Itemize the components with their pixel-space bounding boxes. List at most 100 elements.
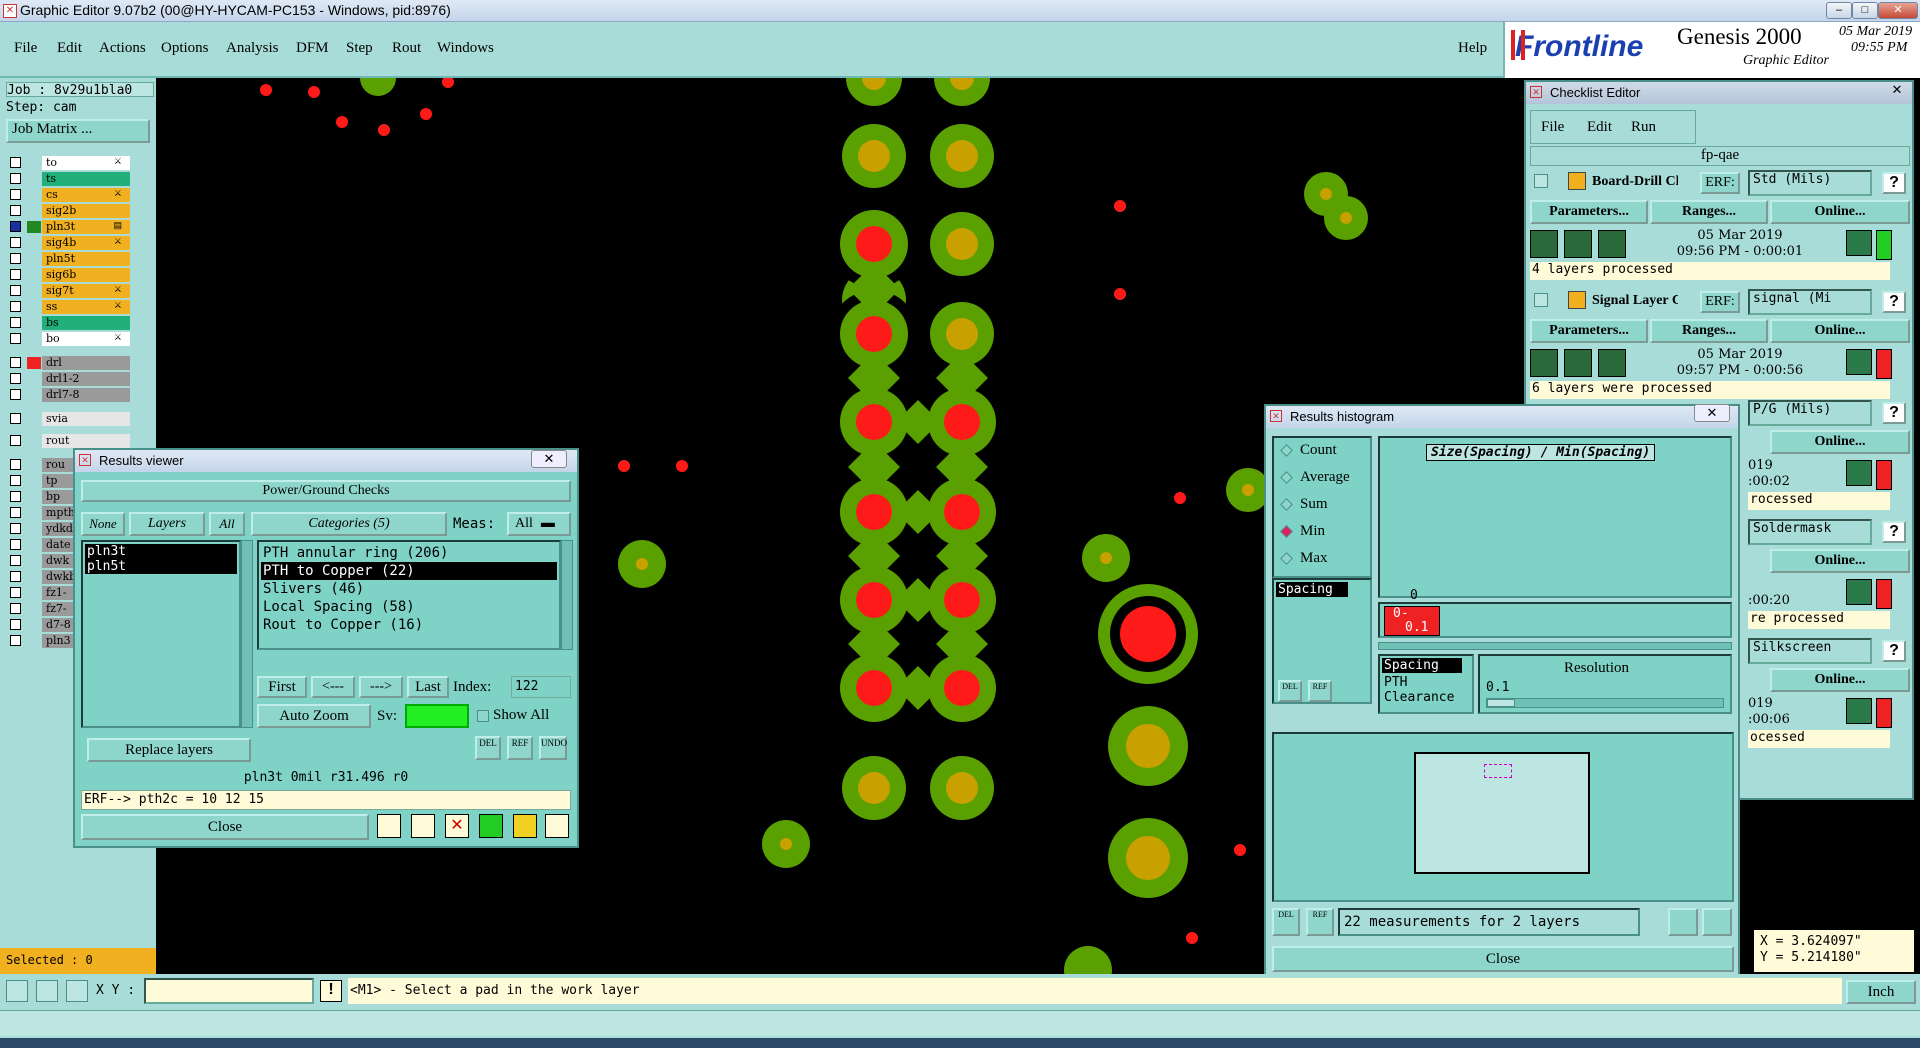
resolution-slider-thumb[interactable]	[1487, 699, 1515, 707]
layer-color-swatch[interactable]	[27, 435, 41, 447]
resolution-slider[interactable]	[1486, 698, 1724, 708]
results-zoom-icon[interactable]	[1846, 460, 1872, 486]
info-icon[interactable]: !	[320, 980, 342, 1002]
layer-row-sig6b[interactable]: sig6b	[8, 268, 130, 282]
radio-icon[interactable]	[1280, 444, 1293, 457]
menu-file[interactable]: File	[14, 40, 37, 57]
zoom-fit-icon[interactable]	[1668, 908, 1698, 936]
results-zoom-icon[interactable]	[1846, 230, 1872, 256]
layer-color-swatch[interactable]	[27, 491, 41, 503]
layer-checkbox[interactable]	[10, 373, 21, 384]
pad-hole[interactable]	[780, 838, 792, 850]
type-item[interactable]: Clearance	[1382, 690, 1470, 705]
layer-list-scrollbar[interactable]	[241, 540, 253, 728]
histogram-measure-list[interactable]: Spacing DEL REF	[1272, 578, 1372, 704]
help-icon[interactable]: ?	[1882, 521, 1906, 543]
histogram-option-count[interactable]: Count	[1274, 438, 1370, 465]
check-name-button[interactable]: Power/Ground Checks	[81, 480, 571, 502]
via[interactable]	[676, 460, 688, 472]
show-all-checkbox[interactable]	[477, 710, 489, 722]
layer-row-drl[interactable]: drl	[8, 356, 130, 370]
histogram-bar[interactable]: 0- 0.1	[1384, 606, 1440, 636]
via[interactable]	[618, 460, 630, 472]
maximize-button[interactable]: □	[1852, 2, 1878, 19]
close-button[interactable]: Close	[81, 814, 369, 840]
measure-item-spacing[interactable]: Spacing	[1276, 582, 1348, 597]
category-item[interactable]: PTH to Copper (22)	[261, 562, 557, 580]
checklist-menu-run[interactable]: Run	[1631, 119, 1656, 136]
layer-row-pln3t[interactable]: pln3t ▤	[8, 220, 130, 234]
layer-row-drl1-2[interactable]: drl1-2	[8, 372, 130, 386]
pad-hole[interactable]	[1100, 552, 1112, 564]
ranges-button[interactable]: Ranges...	[1650, 200, 1768, 224]
pad[interactable]	[1064, 946, 1112, 974]
replace-layers-dropdown[interactable]: Replace layers	[87, 738, 251, 762]
report-icon[interactable]	[513, 814, 537, 838]
layer-results-list[interactable]: pln3t pln5t	[81, 540, 241, 728]
layer-color-swatch[interactable]	[27, 459, 41, 471]
results-zoom-icon[interactable]	[1846, 698, 1872, 724]
layer-color-swatch[interactable]	[27, 523, 41, 535]
footer-ref-button[interactable]: REF	[1306, 908, 1334, 936]
pad-hole[interactable]	[1126, 724, 1170, 768]
layer-checkbox[interactable]	[10, 555, 21, 566]
parameters-button[interactable]: Parameters...	[1530, 200, 1648, 224]
layer-checkbox[interactable]	[10, 389, 21, 400]
pad[interactable]	[360, 78, 396, 96]
snap-icon[interactable]	[6, 980, 28, 1002]
histogram-icon[interactable]	[545, 814, 569, 838]
drill-hit[interactable]	[856, 494, 892, 530]
layers-button[interactable]: Layers	[129, 512, 205, 536]
via[interactable]	[1234, 844, 1246, 856]
layer-color-swatch[interactable]	[27, 635, 41, 647]
erf-value[interactable]: Soldermask	[1748, 519, 1872, 545]
layer-color-swatch[interactable]	[27, 333, 41, 345]
highlight-icon[interactable]	[377, 814, 401, 838]
drill-hit[interactable]	[856, 316, 892, 352]
layer-checkbox[interactable]	[10, 173, 21, 184]
drill-hit[interactable]	[944, 670, 980, 706]
layer-row-cs[interactable]: cs ⚔	[8, 188, 130, 202]
minimize-button[interactable]: –	[1826, 2, 1852, 19]
run-icon[interactable]	[1530, 230, 1558, 258]
pad-hole[interactable]	[636, 558, 648, 570]
layer-checkbox[interactable]	[10, 205, 21, 216]
layer-row-bo[interactable]: bo ⚔	[8, 332, 130, 346]
layer-color-swatch[interactable]	[27, 571, 41, 583]
via[interactable]	[420, 108, 432, 120]
menu-analysis[interactable]: Analysis	[226, 40, 279, 57]
via[interactable]	[1114, 288, 1126, 300]
help-icon[interactable]: ?	[1882, 172, 1906, 194]
radio-icon[interactable]	[1280, 498, 1293, 511]
layer-checkbox[interactable]	[10, 237, 21, 248]
layer-checkbox[interactable]	[10, 459, 21, 470]
layer-checkbox[interactable]	[10, 221, 21, 232]
layer-row-pln5t[interactable]: pln5t	[8, 252, 130, 266]
del-button[interactable]: DEL	[475, 736, 501, 760]
layer-checkbox[interactable]	[10, 571, 21, 582]
layer-color-swatch[interactable]	[27, 539, 41, 551]
result-layer-item[interactable]: pln5t	[85, 559, 237, 574]
layer-row-ts[interactable]: ts	[8, 172, 130, 186]
next-button[interactable]: --->	[359, 676, 403, 698]
auto-zoom-dropdown[interactable]: Auto Zoom	[257, 704, 371, 728]
clear-icon[interactable]: ✕	[445, 814, 469, 838]
help-icon[interactable]: ?	[1882, 402, 1906, 424]
units-dropdown[interactable]: Inch	[1846, 980, 1916, 1004]
pad-hole[interactable]	[946, 140, 978, 172]
layer-checkbox[interactable]	[10, 269, 21, 280]
layer-checkbox[interactable]	[10, 435, 21, 446]
radio-icon[interactable]	[1280, 525, 1293, 538]
grid-icon[interactable]	[66, 980, 88, 1002]
menu-actions[interactable]: Actions	[99, 40, 146, 57]
layer-color-swatch[interactable]	[27, 173, 41, 185]
drill-hit[interactable]	[856, 582, 892, 618]
menu-rout[interactable]: Rout	[392, 40, 421, 57]
layer-row-bs[interactable]: bs	[8, 316, 130, 330]
xy-input[interactable]	[144, 978, 314, 1004]
erf-label[interactable]: ERF:	[1700, 291, 1740, 313]
histogram-option-min[interactable]: Min	[1274, 519, 1370, 546]
layer-checkbox[interactable]	[10, 301, 21, 312]
checklist-menu-file[interactable]: File	[1541, 119, 1564, 136]
categories-scrollbar[interactable]	[561, 540, 573, 650]
